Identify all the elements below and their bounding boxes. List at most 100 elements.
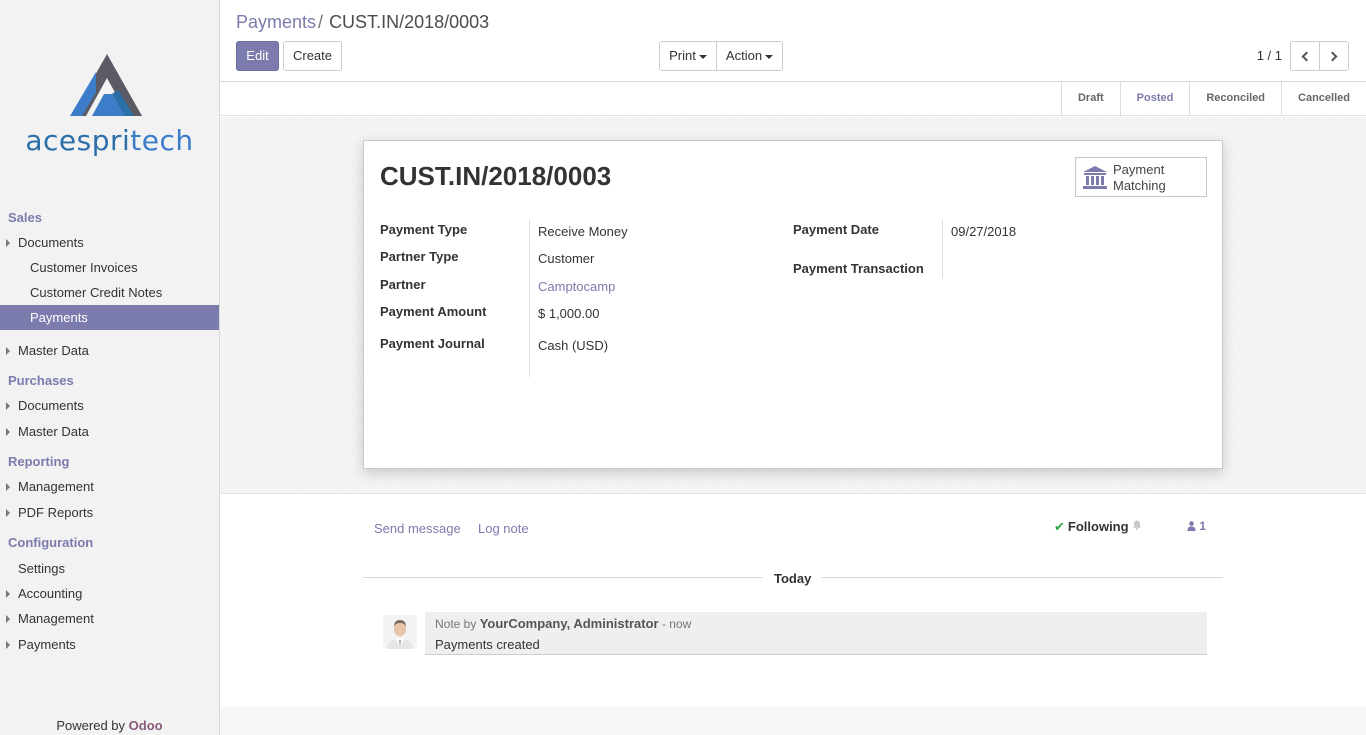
breadcrumb-payments-link[interactable]: Payments [236, 12, 316, 32]
partner-type-value: Customer [538, 251, 595, 266]
followers-button[interactable]: 1 [1187, 519, 1206, 533]
sidebar-item-purchases-master-data[interactable]: Master Data [0, 419, 219, 444]
field-divider-left [529, 220, 530, 377]
caret-right-icon [6, 615, 10, 623]
form-sheet: CUST.IN/2018/0003 Payment Matching Paymen… [363, 140, 1223, 469]
message-header: Note by YourCompany, Administrator - now [435, 616, 691, 631]
chevron-left-icon [1301, 51, 1312, 62]
sidebar-item-label: Payments [30, 310, 88, 325]
field-divider-right [942, 220, 943, 278]
payment-amount-label: Payment Amount [380, 304, 487, 319]
status-bar: Draft Posted Reconciled Cancelled [220, 82, 1366, 116]
caret-right-icon [6, 428, 10, 436]
sidebar-item-config-payments[interactable]: Payments [0, 632, 219, 657]
breadcrumb-separator: / [318, 12, 324, 32]
sidebar: acespritech Sales Documents Customer Inv… [0, 0, 220, 735]
payment-matching-label: Payment Matching [1113, 162, 1166, 194]
pager-previous-button[interactable] [1290, 41, 1320, 71]
caret-right-icon [6, 402, 10, 410]
status-steps: Draft Posted Reconciled Cancelled [1060, 82, 1366, 116]
print-dropdown[interactable]: Print [659, 41, 717, 71]
sidebar-item-sales-master-data[interactable]: Master Data [0, 338, 219, 363]
sidebar-item-label: Management [18, 479, 94, 494]
print-label: Print [669, 48, 696, 63]
menu-section-reporting[interactable]: Reporting [0, 450, 219, 474]
control-panel: Payments / CUST.IN/2018/0003 Edit Create P… [220, 0, 1366, 82]
payment-date-label: Payment Date [793, 222, 879, 237]
payment-matching-button[interactable]: Payment Matching [1075, 157, 1207, 197]
partner-type-label: Partner Type [380, 249, 459, 264]
footer-area [220, 707, 1366, 735]
sidebar-item-customer-invoices[interactable]: Customer Invoices [0, 255, 219, 280]
edit-button[interactable]: Edit [236, 41, 279, 71]
sidebar-menu: Sales Documents Customer Invoices Custom… [0, 206, 219, 657]
payment-type-value: Receive Money [538, 224, 628, 239]
status-reconciled[interactable]: Reconciled [1189, 82, 1281, 116]
sidebar-item-label: Customer Invoices [30, 260, 138, 275]
sidebar-item-settings[interactable]: Settings [0, 556, 219, 581]
avatar-image [383, 615, 417, 649]
pager-value[interactable]: 1 / 1 [1257, 48, 1282, 63]
message-prefix: Note by [435, 617, 477, 631]
today-label: Today [774, 571, 812, 586]
breadcrumb-current: CUST.IN/2018/0003 [329, 12, 490, 32]
sidebar-item-label: PDF Reports [18, 505, 94, 520]
payment-title: CUST.IN/2018/0003 [380, 161, 612, 191]
caret-right-icon [6, 239, 10, 247]
today-divider-left [363, 577, 763, 578]
sidebar-item-label: Payments [18, 637, 76, 652]
sidebar-item-pdf-reports[interactable]: PDF Reports [0, 500, 219, 525]
sidebar-item-label: Master Data [18, 343, 89, 358]
sidebar-item-label: Documents [18, 398, 84, 413]
message-author[interactable]: YourCompany, Administrator [480, 616, 659, 631]
breadcrumb: Payments / CUST.IN/2018/0003 [236, 12, 489, 33]
sidebar-item-customer-credit-notes[interactable]: Customer Credit Notes [0, 280, 219, 305]
bell-icon[interactable] [1132, 520, 1142, 530]
wordmark-part2: tech [130, 124, 194, 157]
chatter: Send message Log note ✔ Following 1 Today… [220, 495, 1366, 707]
user-icon [1187, 521, 1196, 531]
create-button[interactable]: Create [283, 41, 342, 71]
menu-section-configuration[interactable]: Configuration [0, 531, 219, 555]
log-note-button[interactable]: Log note [478, 521, 529, 536]
send-message-button[interactable]: Send message [374, 521, 461, 536]
sidebar-item-accounting[interactable]: Accounting [0, 581, 219, 606]
caret-right-icon [6, 590, 10, 598]
action-dropdown[interactable]: Action [716, 41, 783, 71]
caret-right-icon [6, 509, 10, 517]
caret-down-icon [765, 54, 774, 59]
payment-amount-value: $ 1,000.00 [538, 306, 600, 321]
pager-next-button[interactable] [1319, 41, 1349, 71]
followers-count: 1 [1199, 519, 1207, 533]
menu-section-purchases[interactable]: Purchases [0, 369, 219, 393]
menu-section-sales[interactable]: Sales [0, 206, 219, 230]
sidebar-item-label: Master Data [18, 424, 89, 439]
form-background: CUST.IN/2018/0003 Payment Matching Paymen… [220, 117, 1366, 494]
status-draft[interactable]: Draft [1060, 82, 1120, 116]
status-posted[interactable]: Posted [1119, 82, 1190, 116]
following-button[interactable]: ✔ Following [1054, 519, 1129, 535]
wordmark-part1: acespri [25, 124, 131, 157]
payment-date-value: 09/27/2018 [951, 224, 1017, 239]
odoo-link[interactable]: Odoo [129, 718, 163, 733]
payment-journal-value: Cash (USD) [538, 338, 609, 353]
partner-label: Partner [380, 277, 426, 292]
powered-label: Powered by [56, 718, 126, 733]
status-cancelled[interactable]: Cancelled [1281, 82, 1366, 116]
action-label: Action [725, 48, 763, 63]
company-wordmark: acespritech [0, 124, 219, 157]
sidebar-item-label: Management [18, 611, 94, 626]
sidebar-item-reporting-management[interactable]: Management [0, 474, 219, 499]
sidebar-item-label: Customer Credit Notes [30, 285, 163, 300]
sidebar-item-config-management[interactable]: Management [0, 606, 219, 631]
sidebar-item-sales-documents[interactable]: Documents [0, 230, 219, 255]
partner-link[interactable]: Camptocamp [538, 279, 615, 294]
sidebar-item-payments[interactable]: Payments [0, 305, 219, 330]
sidebar-item-purchases-documents[interactable]: Documents [0, 393, 219, 418]
sidebar-item-label: Settings [18, 561, 65, 576]
powered-by: Powered by Odoo [0, 718, 219, 733]
sidebar-item-label: Documents [18, 235, 84, 250]
today-divider-right [821, 577, 1223, 578]
avatar[interactable] [383, 615, 417, 649]
message-item: Note by YourCompany, Administrator - now… [425, 612, 1207, 655]
